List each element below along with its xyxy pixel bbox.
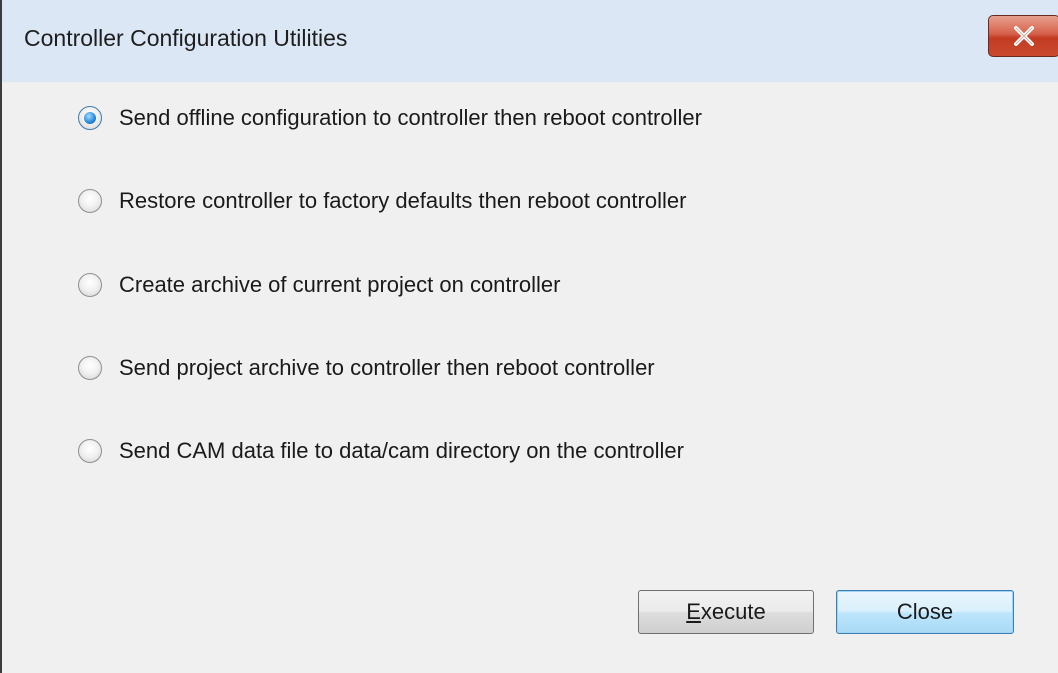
option-label[interactable]: Send offline configuration to controller… [119,105,702,131]
execute-mnemonic: E [686,599,701,624]
option-label[interactable]: Create archive of current project on con… [119,272,560,298]
close-button[interactable]: Close [836,590,1014,634]
dialog-window: Controller Configuration Utilities Send … [0,0,1058,673]
close-window-button[interactable] [988,15,1058,57]
option-label[interactable]: Send CAM data file to data/cam directory… [119,438,684,464]
close-icon [1014,26,1034,46]
radio-restore-factory-defaults[interactable] [78,189,102,213]
radio-send-cam-data[interactable] [78,439,102,463]
option-create-archive[interactable]: Create archive of current project on con… [78,270,560,300]
window-title: Controller Configuration Utilities [24,25,348,51]
option-restore-factory-defaults[interactable]: Restore controller to factory defaults t… [78,186,686,216]
title-bar[interactable]: Controller Configuration Utilities [2,0,1058,82]
radio-send-project-archive[interactable] [78,356,102,380]
option-label[interactable]: Send project archive to controller then … [119,355,655,381]
execute-label: xecute [700,599,766,624]
radio-send-offline-config[interactable] [78,106,102,130]
radio-create-archive[interactable] [78,273,102,297]
option-label[interactable]: Restore controller to factory defaults t… [119,188,686,214]
option-send-cam-data[interactable]: Send CAM data file to data/cam directory… [78,436,684,466]
option-send-project-archive[interactable]: Send project archive to controller then … [78,353,655,383]
execute-button[interactable]: Execute [638,590,814,634]
option-send-offline-config[interactable]: Send offline configuration to controller… [78,103,702,133]
